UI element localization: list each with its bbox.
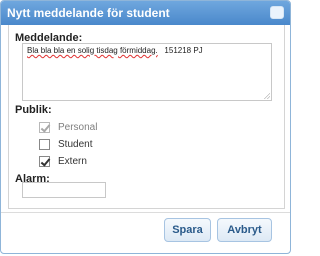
checkbox-extern[interactable]: Extern (39, 156, 87, 167)
button-divider (1, 212, 290, 213)
checkbox-extern-box[interactable] (39, 156, 50, 167)
new-message-dialog: Nytt meddelande för student Meddelande: … (0, 0, 291, 254)
checkbox-personal-box[interactable] (39, 122, 50, 133)
save-button[interactable]: Spara (164, 218, 211, 242)
resize-grip-icon[interactable] (264, 93, 270, 99)
checkbox-personal[interactable]: Personal (39, 122, 97, 133)
dialog-titlebar[interactable]: Nytt meddelande för student (1, 1, 290, 25)
checkbox-personal-label: Personal (58, 122, 98, 133)
close-icon[interactable] (270, 6, 284, 19)
message-signature: 151218 PJ (164, 46, 203, 55)
message-text: Bla bla bla en solig tisdag förmiddag. (27, 46, 158, 55)
checkbox-extern-label: Extern (58, 156, 87, 167)
alarm-input[interactable] (22, 182, 106, 198)
checkbox-student-box[interactable] (39, 139, 50, 150)
checkbox-student[interactable]: Student (39, 139, 92, 150)
cancel-button[interactable]: Avbryt (217, 218, 272, 242)
message-textarea[interactable]: Bla bla bla en solig tisdag förmiddag. 1… (22, 43, 272, 101)
dialog-title: Nytt meddelande för student (7, 6, 170, 20)
checkbox-student-label: Student (58, 139, 93, 150)
publik-label: Publik: (15, 104, 52, 116)
